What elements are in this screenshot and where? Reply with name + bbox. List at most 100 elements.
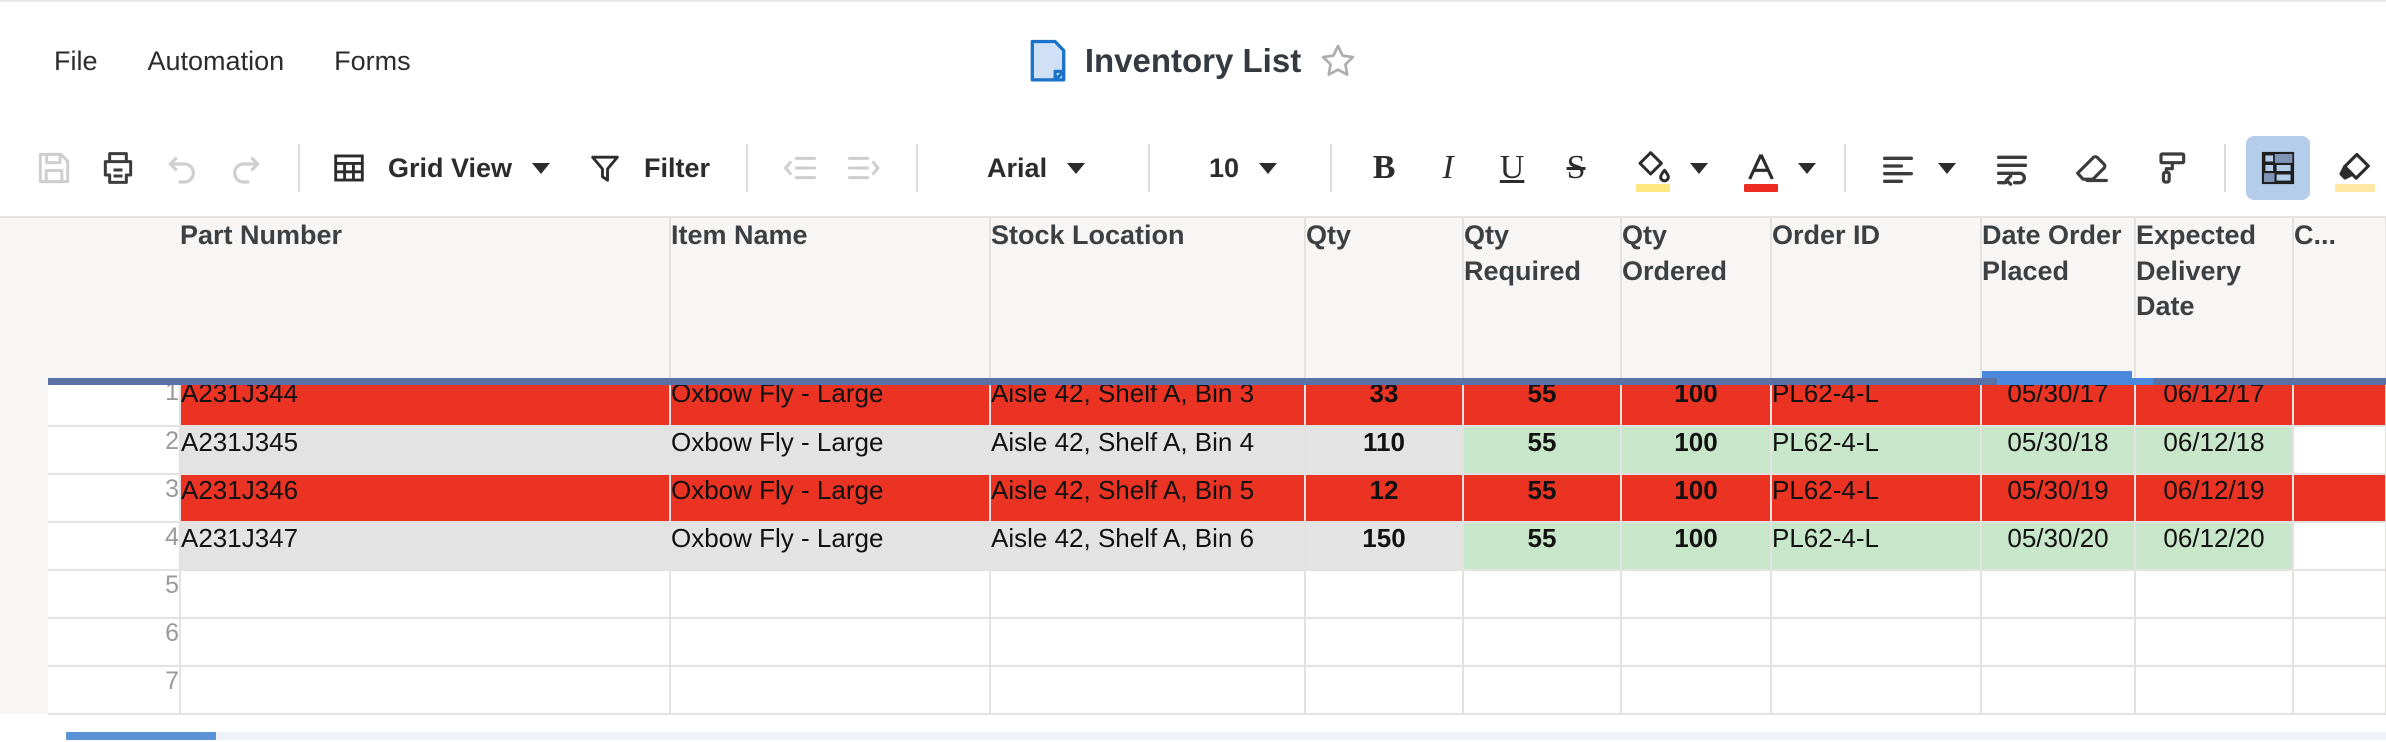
column-header-order-id[interactable]: Order ID [1771,218,1981,378]
cell-part-number[interactable]: A231J346 [180,474,670,522]
chevron-down-icon[interactable] [1938,163,1956,174]
cell-order-id[interactable]: PL62-4-L [1771,474,1981,522]
column-header-qty[interactable]: Qty [1305,218,1463,378]
cell-expected-delivery-date[interactable] [2135,666,2293,714]
scrollbar-thumb[interactable] [66,732,216,740]
row-number[interactable]: 4 [48,522,180,570]
cell-item-name[interactable] [670,666,990,714]
clear-format-eraser-button[interactable] [2060,136,2124,200]
align-dropdown[interactable] [1930,136,1964,200]
cell-expected-delivery-date[interactable]: 06/12/18 [2135,426,2293,474]
table-row[interactable]: 6 [0,618,2386,666]
cell-item-name[interactable] [670,618,990,666]
menu-item-automation[interactable]: Automation [130,36,303,87]
cell-c-truncated[interactable] [2293,618,2386,666]
cell-c-truncated[interactable] [2293,570,2386,618]
cell-item-name[interactable] [670,570,990,618]
cell-qty-ordered[interactable] [1621,570,1771,618]
row-number[interactable]: 3 [48,474,180,522]
row-number[interactable]: 2 [48,426,180,474]
highlighter-button[interactable] [2326,136,2384,200]
cell-qty-ordered[interactable] [1621,666,1771,714]
text-color-button[interactable] [1732,136,1790,200]
cell-expected-delivery-date[interactable]: 06/12/20 [2135,522,2293,570]
cell-c-truncated[interactable] [2293,378,2386,426]
cell-date-order-placed[interactable]: 05/30/18 [1981,426,2135,474]
table-row[interactable]: 4 A231J347 Oxbow Fly - Large Aisle 42, S… [0,522,2386,570]
cell-c-truncated[interactable] [2293,522,2386,570]
cell-item-name[interactable]: Oxbow Fly - Large [670,426,990,474]
cell-qty-ordered[interactable]: 100 [1621,474,1771,522]
fill-color-dropdown[interactable] [1682,136,1716,200]
column-header-qty-ordered[interactable]: Qty Ordered [1621,218,1771,378]
cell-date-order-placed[interactable] [1981,618,2135,666]
table-borders-button[interactable] [2246,136,2310,200]
cell-item-name[interactable]: Oxbow Fly - Large [670,522,990,570]
cell-date-order-placed[interactable]: 05/30/17 [1981,378,2135,426]
cell-qty-required[interactable]: 55 [1463,474,1621,522]
redo-button[interactable] [214,136,278,200]
cell-qty[interactable]: 150 [1305,522,1463,570]
cell-expected-delivery-date[interactable] [2135,618,2293,666]
star-outline-icon[interactable] [1319,42,1357,80]
cell-c-truncated[interactable] [2293,666,2386,714]
text-color-dropdown[interactable] [1790,136,1824,200]
cell-order-id[interactable]: PL62-4-L [1771,426,1981,474]
cell-c-truncated[interactable] [2293,426,2386,474]
row-number[interactable]: 7 [48,666,180,714]
column-header-part-number[interactable]: Part Number [180,218,670,378]
fill-color-button[interactable] [1624,136,1682,200]
cell-qty-required[interactable]: 55 [1463,522,1621,570]
cell-qty-ordered[interactable] [1621,618,1771,666]
cell-qty-required[interactable] [1463,570,1621,618]
cell-part-number[interactable] [180,666,670,714]
font-family-select[interactable]: Arial [938,136,1128,200]
column-header-date-order-placed[interactable]: Date Order Placed [1981,218,2135,378]
table-row[interactable]: 1 A231J344 Oxbow Fly - Large Aisle 42, S… [0,378,2386,426]
table-row[interactable]: 2 A231J345 Oxbow Fly - Large Aisle 42, S… [0,426,2386,474]
cell-item-name[interactable]: Oxbow Fly - Large [670,474,990,522]
cell-stock-location[interactable] [990,570,1305,618]
cell-part-number[interactable]: A231J347 [180,522,670,570]
cell-date-order-placed[interactable]: 05/30/20 [1981,522,2135,570]
cell-qty-ordered[interactable]: 100 [1621,426,1771,474]
horizontal-scrollbar[interactable] [0,730,2386,740]
cell-stock-location[interactable]: Aisle 42, Shelf A, Bin 3 [990,378,1305,426]
spreadsheet-grid[interactable]: Part Number Item Name Stock Location Qty… [0,218,2386,740]
font-size-select[interactable]: 10 [1170,136,1310,200]
print-button[interactable] [86,136,150,200]
cell-qty-ordered[interactable]: 100 [1621,378,1771,426]
table-row[interactable]: 5 [0,570,2386,618]
italic-button[interactable]: I [1416,136,1480,200]
cell-date-order-placed[interactable] [1981,666,2135,714]
cell-item-name[interactable]: Oxbow Fly - Large [670,378,990,426]
cell-order-id[interactable]: PL62-4-L [1771,378,1981,426]
chevron-down-icon[interactable] [532,163,550,174]
cell-qty-required[interactable]: 55 [1463,426,1621,474]
save-button[interactable] [22,136,86,200]
bold-button[interactable]: B [1352,136,1416,200]
cell-order-id[interactable]: PL62-4-L [1771,522,1981,570]
cell-part-number[interactable]: A231J344 [180,378,670,426]
column-header-c-truncated[interactable]: C... [2293,218,2386,378]
underline-button[interactable]: U [1480,136,1544,200]
cell-order-id[interactable] [1771,666,1981,714]
scrollbar-track[interactable] [66,732,2386,740]
cell-qty[interactable]: 33 [1305,378,1463,426]
cell-stock-location[interactable]: Aisle 42, Shelf A, Bin 6 [990,522,1305,570]
indent-increase-button[interactable] [832,136,896,200]
strikethrough-button[interactable]: S [1544,136,1608,200]
cell-qty-ordered[interactable]: 100 [1621,522,1771,570]
cell-order-id[interactable] [1771,618,1981,666]
row-number[interactable]: 6 [48,618,180,666]
cell-qty-required[interactable] [1463,666,1621,714]
cell-stock-location[interactable]: Aisle 42, Shelf A, Bin 4 [990,426,1305,474]
chevron-down-icon[interactable] [1690,163,1708,174]
indent-decrease-button[interactable] [768,136,832,200]
cell-date-order-placed[interactable]: 05/30/19 [1981,474,2135,522]
cell-qty[interactable] [1305,666,1463,714]
chevron-down-icon[interactable] [1798,163,1816,174]
cell-qty[interactable]: 12 [1305,474,1463,522]
chevron-down-icon[interactable] [1259,163,1277,174]
cell-expected-delivery-date[interactable] [2135,570,2293,618]
